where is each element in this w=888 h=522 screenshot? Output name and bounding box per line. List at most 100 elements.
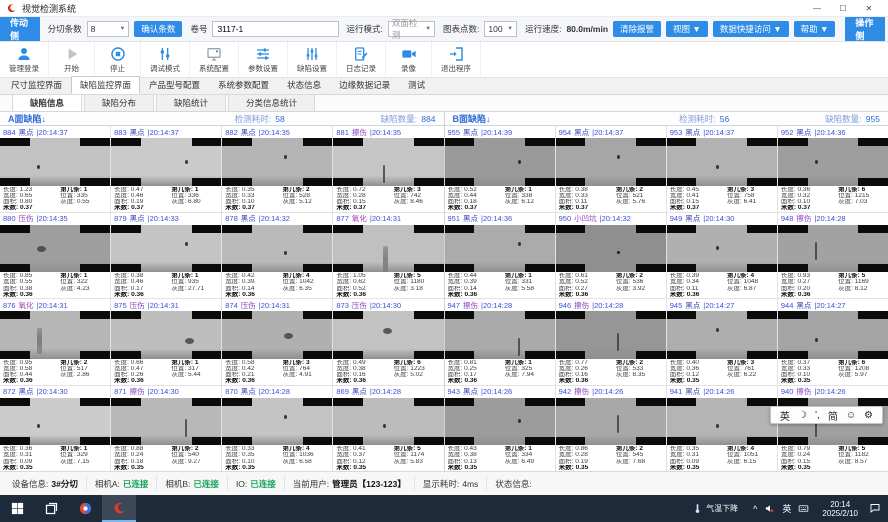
help-menu-button[interactable]: 帮助 ▼ bbox=[794, 21, 836, 38]
vision-app-button[interactable] bbox=[102, 495, 136, 522]
video-record-button-label: 录像 bbox=[401, 63, 416, 74]
defect-cell-879[interactable]: 879黑点|20:14:33长度: 0.38宽度: 0.46面积: 0.17米数… bbox=[111, 213, 221, 299]
ime-simplified-toggle[interactable]: 简 bbox=[828, 408, 838, 423]
roll-no-input[interactable] bbox=[212, 21, 338, 37]
defect-cell-869[interactable]: 869黑点|20:14:28长度: 0.41宽度: 0.37面积: 0.12米数… bbox=[333, 386, 443, 472]
minimize-button[interactable]: — bbox=[804, 4, 830, 13]
sub-tab-0[interactable]: 缺陷信息 bbox=[12, 94, 82, 111]
log-record-button[interactable]: 日志记录 bbox=[337, 42, 386, 77]
ime-emoji-button[interactable]: ☺ bbox=[846, 410, 856, 421]
main-tab-0[interactable]: 尺寸监控界面 bbox=[2, 76, 71, 94]
defect-cell-944[interactable]: 944黑点|20:14:27长度: 0.37宽度: 0.33面积: 0.10米数… bbox=[778, 299, 888, 385]
main-tab-1[interactable]: 缺陷监控界面 bbox=[71, 76, 140, 94]
confirm-count-button[interactable]: 确认条数 bbox=[134, 21, 182, 38]
start-button[interactable] bbox=[0, 495, 34, 522]
defect-cell-874[interactable]: 874压伤|20:14:31长度: 0.58宽度: 0.42面积: 0.21米数… bbox=[222, 299, 332, 385]
defect-cell-940[interactable]: 940擦伤|20:14:26长度: 0.79宽度: 0.24面积: 0.15米数… bbox=[778, 386, 888, 472]
ime-lang-toggle[interactable]: 英 bbox=[780, 408, 790, 423]
admin-login-button[interactable]: 管理登录 bbox=[0, 42, 49, 77]
maximize-button[interactable]: ☐ bbox=[830, 4, 856, 13]
defect-cell-947[interactable]: 947擦伤|20:14:28长度: 0.81宽度: 0.25面积: 0.17米数… bbox=[445, 299, 555, 385]
weather-widget[interactable]: 气温下降 bbox=[683, 495, 747, 522]
clear-alarm-button[interactable]: 清除报警 bbox=[613, 21, 661, 38]
main-tab-3[interactable]: 系统参数配置 bbox=[209, 76, 278, 94]
defect-info-right: 第几条: 3位置: 761灰度: 6.22 bbox=[727, 360, 774, 385]
sub-tab-1[interactable]: 缺陷分布 bbox=[84, 94, 154, 111]
defect-settings-button[interactable]: 缺陷设置 bbox=[288, 42, 337, 77]
status-value: 已连接 bbox=[250, 478, 276, 490]
defect-cell-943[interactable]: 943黑点|20:14:26长度: 0.43宽度: 0.38面积: 0.13米数… bbox=[445, 386, 555, 472]
defect-cell-875[interactable]: 875压伤|20:14:31长度: 0.66宽度: 0.47面积: 0.26米数… bbox=[111, 299, 221, 385]
start-button[interactable]: 开始 bbox=[49, 42, 95, 77]
defect-image bbox=[778, 225, 888, 273]
chart-points-select[interactable]: 100▼ bbox=[484, 21, 517, 37]
status-segment-6: 状态信息: bbox=[487, 476, 542, 491]
action-center-button[interactable] bbox=[865, 502, 888, 516]
sub-tab-2[interactable]: 缺陷统计 bbox=[156, 94, 226, 111]
run-mode-select[interactable]: 双面检测▼ bbox=[388, 21, 435, 37]
sub-tab-3[interactable]: 分类信息统计 bbox=[228, 94, 315, 111]
video-record-button[interactable]: 录像 bbox=[386, 42, 432, 77]
touch-keyboard-icon[interactable] bbox=[798, 503, 809, 514]
main-tab-6[interactable]: 测试 bbox=[399, 76, 434, 94]
defect-type: 黑点 bbox=[241, 213, 256, 224]
defect-cell-872[interactable]: 872黑点|20:14:30长度: 0.36宽度: 0.31面积: 0.09米数… bbox=[0, 386, 110, 472]
defect-cell-941[interactable]: 941黑点|20:14:26长度: 0.35宽度: 0.31面积: 0.09米数… bbox=[667, 386, 777, 472]
speaker-icon[interactable] bbox=[764, 503, 775, 514]
defect-cell-954[interactable]: 954黑点|20:14:37长度: 0.38宽度: 0.33面积: 0.11米数… bbox=[556, 126, 666, 212]
defect-cell-945[interactable]: 945黑点|20:14:27长度: 0.40宽度: 0.36面积: 0.12米数… bbox=[667, 299, 777, 385]
defect-cell-882[interactable]: 882黑点|20:14:35长度: 0.35宽度: 0.33面积: 0.10米数… bbox=[222, 126, 332, 212]
ime-moon-toggle[interactable]: ☽ bbox=[798, 410, 807, 421]
defect-time: |20:14:26 bbox=[592, 387, 623, 396]
defect-type: 黑点 bbox=[685, 213, 700, 224]
ime-settings-button[interactable]: ⚙ bbox=[864, 410, 873, 421]
defect-cell-953[interactable]: 953黑点|20:14:37长度: 0.45宽度: 0.41面积: 0.15米数… bbox=[667, 126, 777, 212]
defect-cell-952[interactable]: 952黑点|20:14:36长度: 0.36宽度: 0.32面积: 0.10米数… bbox=[778, 126, 888, 212]
stop-button[interactable]: 停止 bbox=[95, 42, 141, 77]
main-tab-4[interactable]: 状态信息 bbox=[278, 76, 330, 94]
browser-app-button[interactable] bbox=[68, 495, 102, 522]
tray-expand-caret[interactable]: ^ bbox=[753, 504, 757, 514]
defect-cell-946[interactable]: 946擦伤|20:14:28长度: 0.77宽度: 0.26面积: 0.16米数… bbox=[556, 299, 666, 385]
close-button[interactable]: ✕ bbox=[856, 4, 882, 13]
defect-cell-883[interactable]: 883黑点|20:14:37长度: 0.47宽度: 0.46面积: 0.19米数… bbox=[111, 126, 221, 212]
slit-count-select[interactable]: 8▼ bbox=[87, 21, 130, 37]
operator-side-button[interactable]: 操作侧 bbox=[845, 17, 885, 41]
defect-cell-876[interactable]: 876氧化|20:14:31长度: 0.95宽度: 0.58面积: 0.44米数… bbox=[0, 299, 110, 385]
ime-language-indicator[interactable]: 英 bbox=[782, 502, 791, 515]
defect-cell-873[interactable]: 873压伤|20:14:30长度: 0.49宽度: 0.38面积: 0.16米数… bbox=[333, 299, 443, 385]
defect-cell-877[interactable]: 877氧化|20:14:31长度: 1.05宽度: 0.62面积: 0.52米数… bbox=[333, 213, 443, 299]
defect-info-left: 长度: 0.41宽度: 0.37面积: 0.12米数: 0.35 bbox=[336, 446, 393, 471]
main-tab-5[interactable]: 边缘数据记录 bbox=[330, 76, 399, 94]
defect-cell-950[interactable]: 950小凹坑|20:14:32长度: 0.61宽度: 0.52面积: 0.27米… bbox=[556, 213, 666, 299]
defect-cell-881[interactable]: 881擦伤|20:14:35长度: 0.72宽度: 0.28面积: 0.15米数… bbox=[333, 126, 443, 212]
exit-program-button[interactable]: 退出程序 bbox=[432, 42, 481, 77]
task-view-button[interactable] bbox=[34, 495, 68, 522]
defect-info: 长度: 0.41宽度: 0.37面积: 0.12米数: 0.35第几条: 5位置… bbox=[333, 445, 443, 471]
defect-cell-880[interactable]: 880压伤|20:14:35长度: 0.85宽度: 0.55面积: 0.38米数… bbox=[0, 213, 110, 299]
image-dark-corner bbox=[0, 437, 30, 445]
taskbar-clock[interactable]: 20:142025/2/10 bbox=[815, 500, 865, 518]
defect-grid: 884黑点|20:14:37长度: 1.23宽度: 0.65面积: 0.80米数… bbox=[0, 126, 444, 471]
defect-cell-942[interactable]: 942擦伤|20:14:26长度: 0.86宽度: 0.28面积: 0.19米数… bbox=[556, 386, 666, 472]
param-settings-button-label: 参数设置 bbox=[248, 63, 278, 74]
defect-cell-870[interactable]: 870黑点|20:14:28长度: 0.33宽度: 0.35面积: 0.10米数… bbox=[222, 386, 332, 472]
system-config-button[interactable]: 系统配置 bbox=[190, 42, 239, 77]
defect-cell-949[interactable]: 949黑点|20:14:30长度: 0.39宽度: 0.34面积: 0.11米数… bbox=[667, 213, 777, 299]
defect-cell-955[interactable]: 955黑点|20:14:39长度: 0.52宽度: 0.44面积: 0.18米数… bbox=[445, 126, 555, 212]
defect-cell-871[interactable]: 871擦伤|20:14:30长度: 0.88宽度: 0.24面积: 0.18米数… bbox=[111, 386, 221, 472]
defect-cell-948[interactable]: 948擦伤|20:14:28长度: 0.93宽度: 0.27面积: 0.20米数… bbox=[778, 213, 888, 299]
defect-cell-951[interactable]: 951黑点|20:14:36长度: 0.44宽度: 0.39面积: 0.14米数… bbox=[445, 213, 555, 299]
param-settings-button[interactable]: 参数设置 bbox=[239, 42, 288, 77]
debug-mode-button[interactable]: 调试模式 bbox=[141, 42, 190, 77]
defect-info-left: 长度: 0.35宽度: 0.33面积: 0.10米数: 0.37 bbox=[225, 187, 282, 212]
data-quick-access-button[interactable]: 数据快捷访问 ▼ bbox=[713, 21, 789, 38]
defect-cell-878[interactable]: 878黑点|20:14:32长度: 0.42宽度: 0.39面积: 0.14米数… bbox=[222, 213, 332, 299]
defect-id: 877 bbox=[336, 214, 349, 223]
defect-cell-884[interactable]: 884黑点|20:14:37长度: 1.23宽度: 0.65面积: 0.80米数… bbox=[0, 126, 110, 212]
view-menu-button[interactable]: 视图 ▼ bbox=[666, 21, 708, 38]
drive-side-button[interactable]: 传动侧 bbox=[0, 17, 40, 41]
image-dark-corner bbox=[556, 398, 586, 406]
ime-punct-toggle[interactable]: ’, bbox=[815, 410, 820, 421]
main-tab-2[interactable]: 产品型号配置 bbox=[140, 76, 209, 94]
